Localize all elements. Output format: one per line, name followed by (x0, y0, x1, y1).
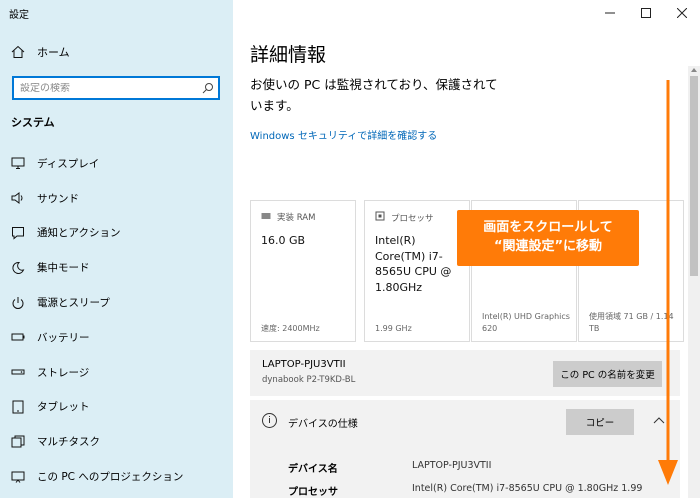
monitor-icon (11, 156, 25, 170)
card-head-label: プロセッサ (391, 213, 434, 224)
pc-name: LAPTOP-PJU3VTII (262, 359, 346, 370)
page-title: 詳細情報 (250, 44, 327, 66)
ram-icon (261, 212, 271, 223)
callout-line-1: 画面をスクロールして (483, 220, 613, 235)
card-sub: Intel(R) UHD Graphics 620 (482, 312, 570, 333)
scroll-up-icon[interactable] (690, 66, 698, 74)
minimize-button[interactable] (592, 0, 628, 26)
projection-icon (11, 470, 25, 484)
sidebar-item-label: 通知とアクション (37, 227, 121, 240)
callout-line-2: “関連設定”に移動 (493, 239, 603, 254)
scroll-instruction-callout: 画面をスクロールして “関連設定”に移動 (457, 210, 639, 266)
device-spec-body: デバイス名 LAPTOP-PJU3VTII プロセッサ Intel(R) Cor… (250, 444, 680, 498)
storage-icon (11, 365, 25, 379)
sidebar-item-display[interactable]: ディスプレイ (0, 146, 233, 181)
rename-pc-button[interactable]: この PC の名前を変更 (553, 361, 662, 387)
sidebar-item-label: 集中モード (37, 262, 90, 275)
app-title: 設定 (9, 10, 29, 21)
multitask-icon (11, 435, 25, 449)
sidebar-item-battery[interactable]: バッテリー (0, 320, 233, 355)
sidebar-item-focus[interactable]: 集中モード (0, 250, 233, 285)
sidebar-item-label: ディスプレイ (37, 157, 100, 170)
moon-icon (11, 261, 25, 275)
notification-icon (11, 226, 25, 240)
sidebar-item-sound[interactable]: サウンド (0, 181, 233, 216)
card-value: Intel(R) Core(TM) i7-8565U CPU @ 1.80GHz (375, 234, 452, 294)
scroll-thumb[interactable] (690, 76, 698, 276)
maximize-button[interactable] (628, 0, 664, 26)
home-icon (11, 45, 25, 59)
processor-icon (375, 211, 385, 224)
sidebar-item-projection[interactable]: この PC へのプロジェクション (0, 459, 233, 494)
pc-name-row: LAPTOP-PJU3VTII dynabook P2-T9KD-BL この P… (250, 350, 680, 396)
card-head: プロセッサ (375, 211, 434, 224)
sidebar-item-label: マルチタスク (37, 436, 100, 449)
security-link[interactable]: Windows セキュリティで詳細を確認する (250, 127, 437, 142)
card-head: 実装 RAM (261, 211, 315, 223)
processor-card: プロセッサ Intel(R) Core(TM) i7-8565U CPU @ 1… (364, 200, 470, 342)
spec-value: Intel(R) Core(TM) i7-8565U CPU @ 1.80GHz… (412, 483, 643, 494)
device-spec-header[interactable]: i デバイスの仕様 コピー (250, 400, 680, 444)
maximize-icon (641, 8, 651, 18)
sidebar-item-label: この PC へのプロジェクション (37, 471, 184, 484)
sidebar-item-label: バッテリー (37, 331, 90, 344)
sidebar-item-tablet[interactable]: タブレット (0, 390, 233, 425)
card-sub: 速度: 2400MHz (261, 324, 320, 333)
protection-status: お使いの PC は監視されており、保護されています。 (250, 77, 498, 113)
section-title: システム (11, 116, 55, 129)
close-button[interactable] (664, 0, 700, 26)
search-icon[interactable] (198, 78, 218, 98)
spec-label: プロセッサ (288, 487, 338, 498)
battery-icon (11, 330, 25, 344)
info-icon: i (262, 413, 277, 428)
sidebar-item-label: 電源とスリープ (37, 297, 110, 310)
sidebar-item-power[interactable]: 電源とスリープ (0, 285, 233, 320)
sidebar: 設定 ホーム システム ディスプレイ サウンド 通知とアクション 集中モード (0, 0, 233, 498)
sidebar-item-multitask[interactable]: マルチタスク (0, 424, 233, 459)
spec-label: デバイス名 (288, 464, 338, 475)
main-panel: 詳細情報 お使いの PC は監視されており、保護されています。 Windows … (233, 0, 700, 498)
search-input[interactable] (20, 82, 198, 94)
card-value: 16.0 GB (261, 234, 306, 247)
ram-card: 実装 RAM 16.0 GB 速度: 2400MHz (250, 200, 356, 342)
spec-value: LAPTOP-PJU3VTII (412, 460, 492, 471)
sidebar-item-label: サウンド (37, 192, 79, 205)
close-icon (677, 8, 687, 18)
sidebar-item-label: ストレージ (37, 366, 90, 379)
minimize-icon (605, 12, 615, 14)
card-head-label: 実装 RAM (277, 213, 316, 223)
tablet-icon (11, 400, 25, 414)
sidebar-item-storage[interactable]: ストレージ (0, 355, 233, 390)
pc-model: dynabook P2-T9KD-BL (262, 375, 356, 385)
card-sub: 1.99 GHz (375, 324, 412, 333)
nav-list: ディスプレイ サウンド 通知とアクション 集中モード 電源とスリープ バッテリー… (0, 146, 233, 494)
speaker-icon (11, 191, 25, 205)
copy-button[interactable]: コピー (566, 409, 634, 435)
sidebar-item-label: タブレット (37, 401, 90, 414)
nav-home[interactable]: ホーム (11, 44, 70, 60)
sidebar-item-notifications[interactable]: 通知とアクション (0, 216, 233, 251)
home-label: ホーム (37, 46, 70, 59)
window-controls (592, 0, 700, 26)
search-box[interactable] (12, 76, 220, 100)
spec-title: デバイスの仕様 (288, 419, 358, 430)
scroll-down-arrow-icon (658, 80, 678, 485)
scrollbar[interactable] (688, 66, 700, 498)
power-icon (11, 296, 25, 310)
